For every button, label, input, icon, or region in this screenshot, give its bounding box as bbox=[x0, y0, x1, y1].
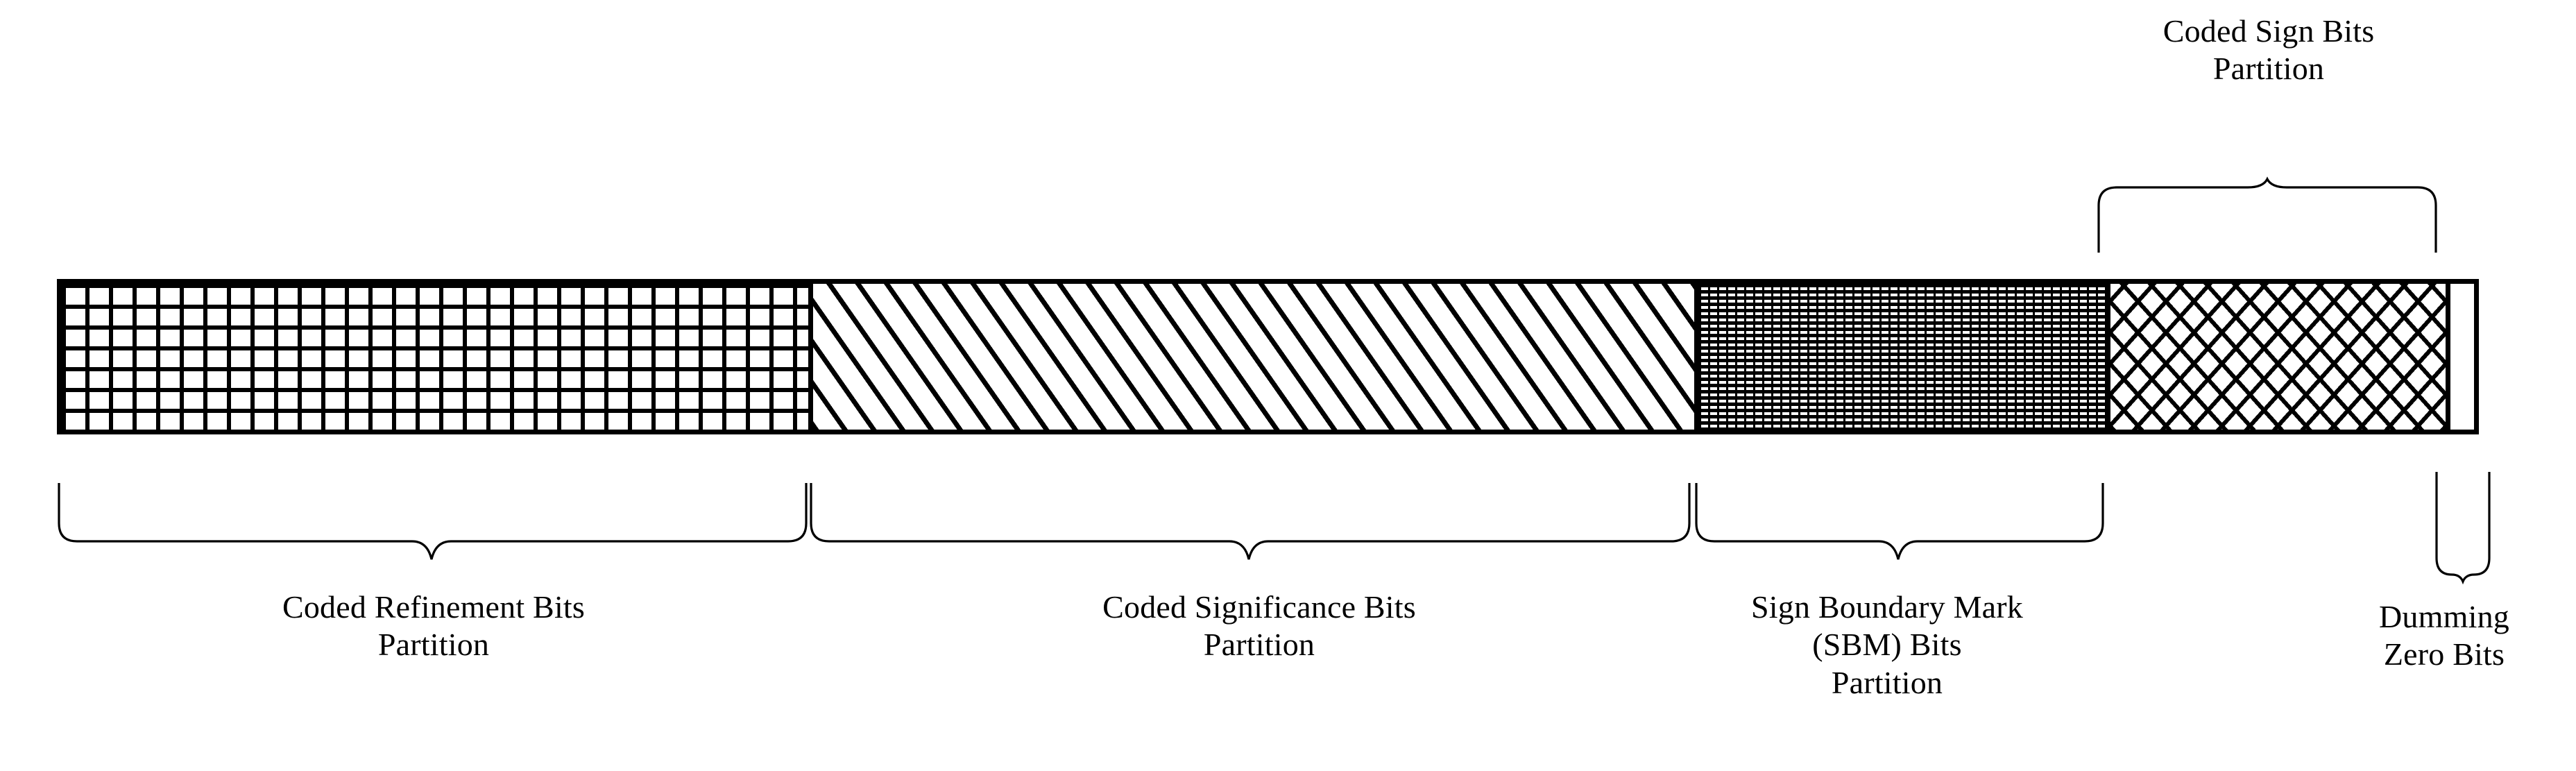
segment-sign-boundary-mark-bits bbox=[1699, 284, 2110, 430]
brace-coded-refinement-bits bbox=[57, 482, 808, 564]
label-dumming-zero-bits: Dumming Zero Bits bbox=[2379, 599, 2509, 672]
brace-coded-significance-bits bbox=[809, 482, 1691, 564]
label-coded-refinement-bits-partition: Coded Refinement Bits Partition bbox=[282, 589, 586, 663]
label-coded-sign-bits-partition: Coded Sign Bits Partition bbox=[2163, 13, 2375, 87]
segment-coded-sign-bits bbox=[2110, 284, 2450, 430]
segment-coded-significance-bits bbox=[813, 284, 1699, 430]
label-coded-significance-bits-partition: Coded Significance Bits Partition bbox=[1102, 589, 1416, 663]
brace-coded-sign-bits bbox=[2097, 176, 2438, 254]
brace-dumming-zero-bits bbox=[2434, 471, 2492, 585]
figure-canvas: Coded Sign Bits Partition Coded Refineme… bbox=[0, 0, 2576, 771]
segment-coded-refinement-bits bbox=[62, 284, 813, 430]
brace-sign-boundary-mark-bits bbox=[1694, 482, 2105, 564]
segment-dumming-zero-bits bbox=[2450, 284, 2474, 430]
label-sign-boundary-mark-bits-partition: Sign Boundary Mark (SBM) Bits Partition bbox=[1750, 589, 2024, 700]
bitstream-bar bbox=[57, 279, 2479, 434]
